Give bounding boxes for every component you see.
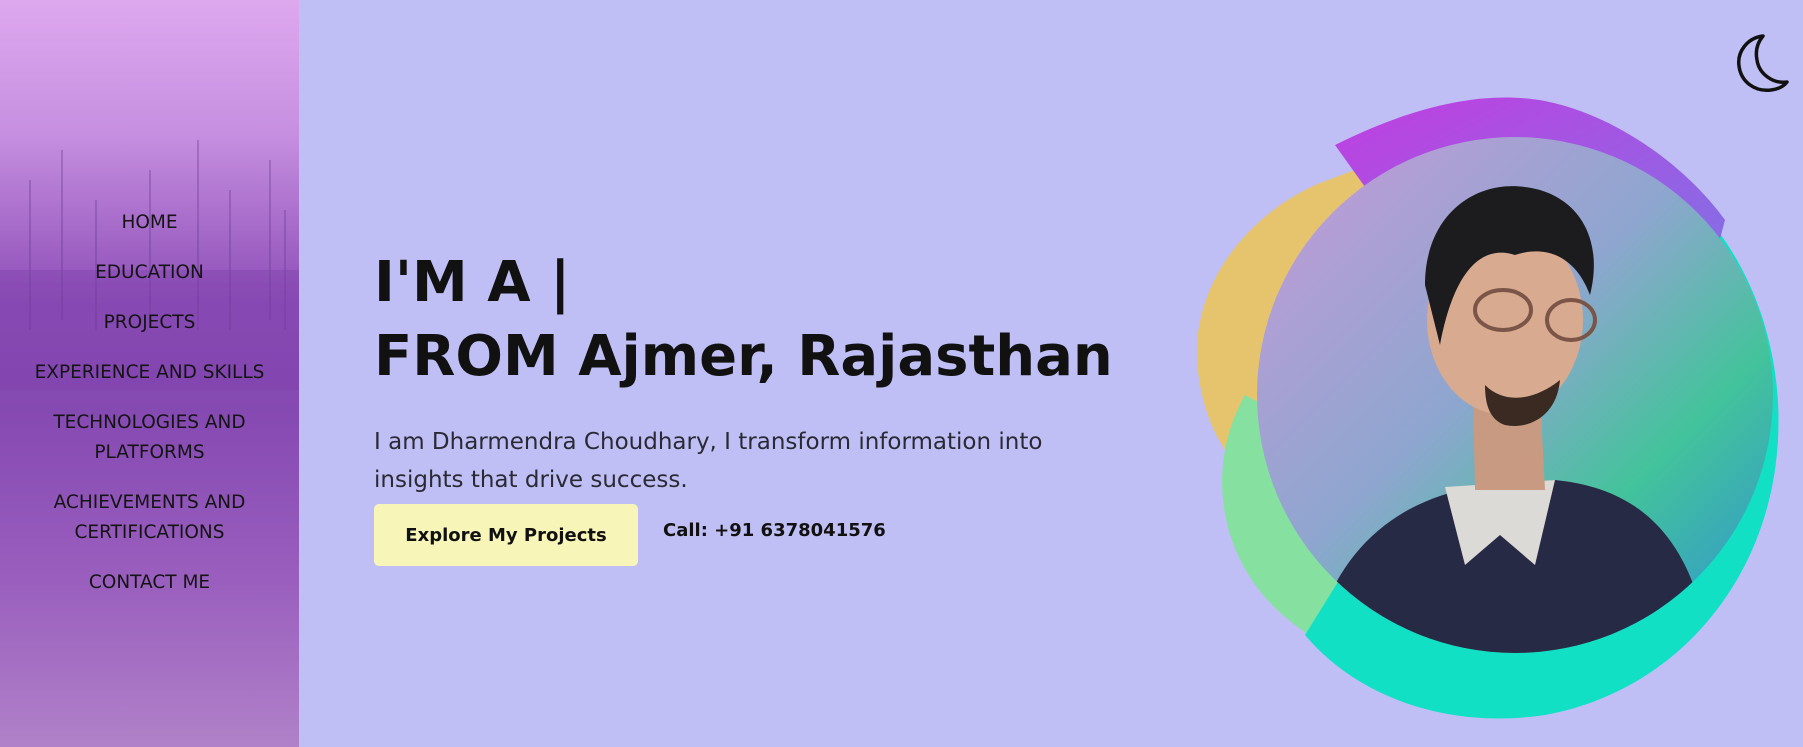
hero-title-line1: I'M A | bbox=[374, 250, 571, 315]
nav-item-education[interactable]: EDUCATION bbox=[0, 258, 299, 288]
sidebar: HOME EDUCATION PROJECTS EXPERIENCE AND S… bbox=[0, 0, 299, 747]
explore-projects-button[interactable]: Explore My Projects bbox=[374, 504, 638, 566]
nav-item-achievements-and-certifications[interactable]: ACHIEVEMENTS AND CERTIFICATIONS bbox=[0, 488, 299, 548]
call-link[interactable]: Call: +91 6378041576 bbox=[663, 520, 886, 541]
hero-title-line2: FROM Ajmer, Rajasthan bbox=[374, 324, 1113, 389]
hero-description: I am Dharmendra Choudhary, I transform i… bbox=[374, 429, 1043, 493]
nav-item-home[interactable]: HOME bbox=[0, 208, 299, 238]
nav-item-technologies-and-platforms[interactable]: TECHNOLOGIES AND PLATFORMS bbox=[0, 408, 299, 468]
profile-art bbox=[1196, 97, 1779, 719]
nav-item-projects[interactable]: PROJECTS bbox=[0, 308, 299, 338]
hero-title: I'M A | FROM Ajmer, Rajasthan bbox=[374, 246, 1113, 394]
nav-item-experience-and-skills[interactable]: EXPERIENCE AND SKILLS bbox=[0, 358, 299, 388]
nav-item-contact-me[interactable]: CONTACT ME bbox=[0, 568, 299, 598]
nav-menu: HOME EDUCATION PROJECTS EXPERIENCE AND S… bbox=[0, 208, 299, 618]
moon-icon[interactable] bbox=[1733, 30, 1789, 96]
